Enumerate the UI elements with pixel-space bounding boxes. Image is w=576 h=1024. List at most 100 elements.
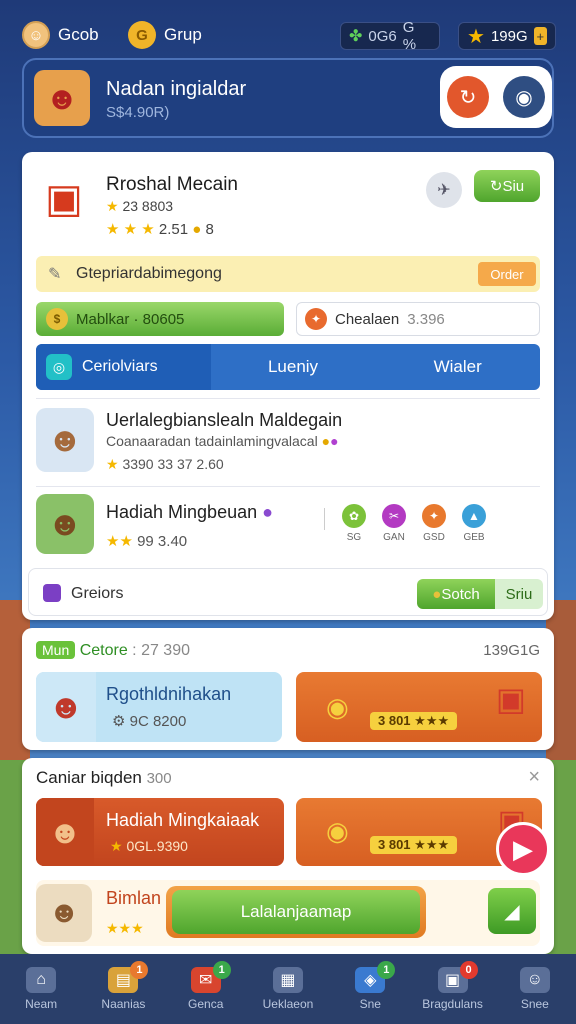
list-sub: Coanaaradan tadainlamingvalacal ●● <box>106 433 339 449</box>
group-shortcut[interactable]: G Grup <box>128 18 202 52</box>
nav-label: Neam <box>25 997 58 1011</box>
bottom-nav: ⌂ Neam ▤ 1 Naanias ✉ 1 Genca ▦ Ueklaeon ◈ 1 Sne … <box>0 954 576 1024</box>
section3-header: Caniar biqden 300 <box>36 768 172 788</box>
nav-badge: 0 <box>459 961 478 979</box>
profile-card: ☻ Nadan ingialdar S$4.90R) ↻ ◉ <box>22 58 554 138</box>
nav-item-map[interactable]: ◈ 1 Sne <box>335 961 405 1011</box>
fire-icon: ✦ <box>305 308 327 330</box>
refresh-icon: ↻ <box>459 86 477 109</box>
greiors-right-button[interactable]: Sriu <box>495 579 543 609</box>
currency-gems[interactable]: ✤ 0G6 G % <box>340 19 440 53</box>
mini-label: GSD <box>423 532 445 543</box>
list-title: Uerlalegbianslealn Maldegain <box>106 410 343 430</box>
nav-badge: 1 <box>377 961 396 979</box>
add-currency-icon[interactable]: + <box>533 27 547 45</box>
profile-actions: ↻ ◉ <box>440 66 552 128</box>
play-button[interactable]: ▶ <box>496 822 550 876</box>
clover-icon: ✤ <box>349 28 363 45</box>
tile-value: 9C 8200 <box>129 713 187 730</box>
list-item[interactable]: ☻ Hadiah Mingbeuan ● ★★ 99 3.40 ✿ SG ✂ GAN… <box>36 492 540 562</box>
cta-frame: Lalalanjaamap <box>166 886 426 938</box>
reward-label: 3 801 ★★★ <box>370 836 458 854</box>
greiors-left-label: Sotch <box>441 585 480 603</box>
camera-button[interactable]: ◉ <box>503 76 545 118</box>
gift-icon: ▣ <box>495 681 526 717</box>
profile-name: Nadan ingialdar <box>106 78 247 100</box>
tab-ceriolviars[interactable]: ◎ Ceriolviars <box>36 344 211 390</box>
section-tag: Mun <box>36 641 76 659</box>
nav-item-home[interactable]: ⌂ Neam <box>6 967 76 1011</box>
nav-badge: 1 <box>212 961 231 979</box>
group-icon: G <box>128 21 156 49</box>
tab-bar: ◎ Ceriolviars Lueniy Wialer <box>36 344 540 390</box>
mini-label: GAN <box>383 532 405 543</box>
greiors-row: Greiors ● Sotch Sriu <box>28 568 548 616</box>
tab-lueniy[interactable]: Lueniy <box>211 344 376 390</box>
close-button[interactable]: × <box>528 766 540 789</box>
list-title-text: Hadiah Mingbeuan <box>106 502 258 522</box>
stat-left-text: Mablkar · 80605 <box>76 310 185 328</box>
share-button[interactable]: ✈ <box>426 172 462 208</box>
panel-action-button[interactable]: ↻ Siu <box>474 170 540 202</box>
profile-avatar[interactable]: ☻ <box>34 70 90 126</box>
gold-reward-tile[interactable]: ◉ ▣ 3 801 ★★★ <box>296 672 542 742</box>
section3-title: Caniar biqden <box>36 768 142 787</box>
list-avatar: ☻ <box>36 408 94 472</box>
list-title: Hadiah Mingbeuan ● <box>106 502 274 522</box>
tools-icon: ✂ <box>382 504 406 528</box>
nav-item-mail[interactable]: ✉ 1 Genca <box>171 961 241 1011</box>
nav-item-user[interactable]: ☺ Snee <box>500 967 570 1011</box>
gold-coins-icon: ◉ <box>326 692 349 722</box>
stat-right[interactable]: ✦ Chealaen 3.396 <box>296 302 540 336</box>
reward-card-avatar: ☻ <box>36 798 94 866</box>
tab-label-1: Ceriolviars <box>82 358 158 375</box>
list-stars: ★★ 99 3.40 <box>106 533 188 550</box>
mini-item[interactable]: ▲ GEB <box>462 504 486 543</box>
panel-stars-line-1: ★ 23 8803 <box>106 198 174 214</box>
share-icon: ✈ <box>437 182 451 199</box>
panel-stars-line-2: ★ ★ ★ 2.51 ● 8 <box>106 221 214 238</box>
currency-gems-tail: G % <box>402 19 417 53</box>
camera-icon: ◉ <box>515 86 533 109</box>
user-icon: ☺ <box>519 967 550 993</box>
nav-item-shop[interactable]: ▤ 1 Naanias <box>88 961 158 1011</box>
nav-item-gift[interactable]: ▣ 0 Bragdulans <box>418 961 488 1011</box>
send-button[interactable]: ◢ <box>488 888 536 934</box>
mini-item[interactable]: ✿ SG <box>342 504 366 543</box>
nav-label: Genca <box>188 997 224 1011</box>
last-row-title: Bimlan <box>106 888 162 908</box>
reward-card-value-text: 0GL.9390 <box>126 838 188 854</box>
mini-icons: ✿ SG ✂ GAN ✦ GSD ▲ GEB <box>342 504 486 543</box>
nav-badge: 1 <box>130 961 149 979</box>
face-icon: ☺ <box>22 21 50 49</box>
triangle-icon: ▲ <box>462 504 486 528</box>
refresh-button[interactable]: ↻ <box>447 76 489 118</box>
nav-label: Naanias <box>101 997 146 1011</box>
tab-wialer[interactable]: Wialer <box>375 344 540 390</box>
currency-stars[interactable]: ★ 199G + <box>458 22 556 50</box>
home-shortcut[interactable]: ☺ Gcob <box>22 18 99 52</box>
panel-title: Rroshal Mecain <box>106 174 238 195</box>
reward-card[interactable]: ☻ Hadiah Mingkaiaak ★ 0GL.9390 <box>36 798 284 866</box>
main-panel: ▣ Rroshal Mecain ★ 23 8803 ★ ★ ★ 2.51 ● … <box>22 152 554 620</box>
info-banner: ✎ Gtepriardabimegong Order <box>36 256 540 292</box>
nav-label: Ueklaeon <box>262 997 314 1011</box>
list-item[interactable]: ☻ Uerlalegbianslealn Maldegain Coanaarad… <box>36 404 540 484</box>
flame-icon: ✦ <box>422 504 446 528</box>
reward-tile[interactable]: ☻ Rgothldnihakan ⚙ 9C 8200 <box>36 672 282 742</box>
greiors-left-button[interactable]: ● Sotch <box>417 579 495 609</box>
nav-item-calendar[interactable]: ▦ Ueklaeon <box>253 967 323 1011</box>
character-icon: ☻ <box>48 813 82 850</box>
list-stars: ★ 3390 33 37 2.60 <box>106 456 224 472</box>
mini-item[interactable]: ✂ GAN <box>382 504 406 543</box>
banner-button[interactable]: Order <box>478 262 536 286</box>
greiors-label: Greiors <box>71 585 124 602</box>
cta-button[interactable]: Lalalanjaamap <box>172 890 420 934</box>
section-caniar: Caniar biqden 300 × ☻ Hadiah Mingkaiaak … <box>22 758 554 954</box>
play-icon: ▶ <box>513 833 533 864</box>
mini-label: GEB <box>463 532 485 543</box>
stat-left[interactable]: $ Mablkar · 80605 <box>36 302 284 336</box>
character-icon: ☻ <box>48 896 80 929</box>
reward-label-text: 3 801 <box>378 713 411 728</box>
mini-item[interactable]: ✦ GSD <box>422 504 446 543</box>
